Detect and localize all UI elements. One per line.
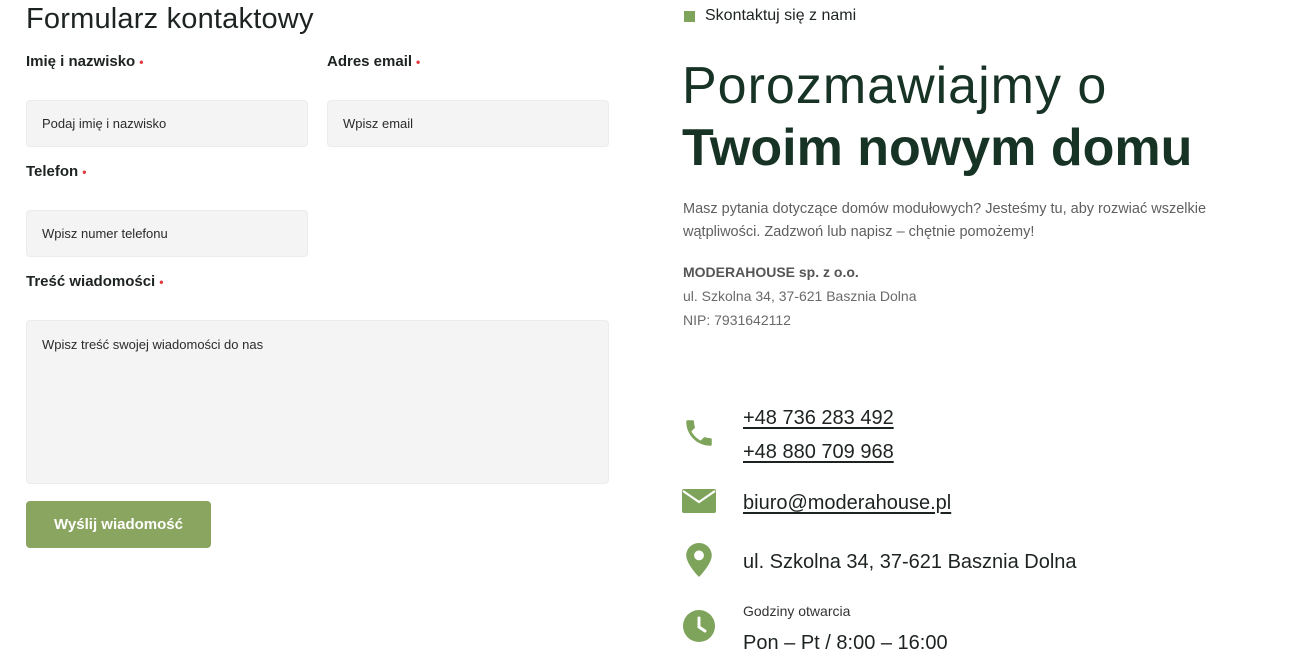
- kicker-text: Skontaktuj się z nami: [705, 7, 857, 24]
- name-label-text: Imię i nazwisko: [26, 53, 136, 70]
- phone-link-1[interactable]: +48 736 283 492: [743, 407, 894, 430]
- name-input[interactable]: Podaj imię i nazwisko: [26, 100, 308, 147]
- email-input-placeholder: Wpisz email: [343, 116, 414, 131]
- hours-label: Godziny otwarcia: [743, 603, 851, 619]
- email-label-text: Adres email: [327, 53, 413, 70]
- message-textarea-placeholder: Wpisz treść swojej wiadomości do nas: [42, 337, 264, 352]
- map-pin-icon: [686, 543, 712, 577]
- message-label: Treść wiadomości •: [26, 273, 163, 290]
- required-mark: •: [159, 275, 164, 289]
- required-mark: •: [139, 55, 144, 69]
- address-text: ul. Szkolna 34, 37-621 Basznia Dolna: [743, 551, 1077, 573]
- heading-line-1: Porozmawiajmy o: [682, 57, 1108, 115]
- intro-text: Masz pytania dotyczące domów modułowych?…: [683, 201, 1207, 240]
- hours-value: Pon – Pt / 8:00 – 16:00: [743, 632, 948, 654]
- heading-line-2: Twoim nowym domu: [682, 119, 1193, 177]
- email-link[interactable]: biuro@moderahouse.pl: [743, 492, 951, 515]
- required-mark: •: [416, 55, 421, 69]
- name-input-placeholder: Podaj imię i nazwisko: [42, 116, 167, 131]
- company-name: MODERAHOUSE sp. z o.o.: [683, 264, 859, 280]
- required-mark: •: [82, 165, 87, 179]
- message-textarea[interactable]: Wpisz treść swojej wiadomości do nas: [26, 320, 609, 484]
- phone-icon: [686, 420, 712, 446]
- email-input[interactable]: Wpisz email: [327, 100, 609, 147]
- email-label: Adres email •: [327, 53, 420, 70]
- form-title: Formularz kontaktowy: [26, 3, 314, 35]
- square-bullet-icon: [684, 10, 695, 22]
- company-nip: NIP: 7931642112: [683, 312, 791, 328]
- phone-input-placeholder: Wpisz numer telefonu: [42, 226, 168, 241]
- phone-label: Telefon •: [26, 163, 86, 180]
- phone-input[interactable]: Wpisz numer telefonu: [26, 210, 308, 257]
- envelope-icon: [682, 489, 716, 513]
- company-address: ul. Szkolna 34, 37-621 Basznia Dolna: [683, 288, 917, 304]
- clock-icon: [683, 610, 715, 642]
- submit-button[interactable]: Wyślij wiadomość: [26, 501, 211, 548]
- name-label: Imię i nazwisko •: [26, 53, 143, 70]
- message-label-text: Treść wiadomości: [26, 273, 156, 290]
- phone-link-2[interactable]: +48 880 709 968: [743, 441, 894, 464]
- section-kicker: Skontaktuj się z nami: [684, 7, 856, 25]
- phone-label-text: Telefon: [26, 163, 79, 180]
